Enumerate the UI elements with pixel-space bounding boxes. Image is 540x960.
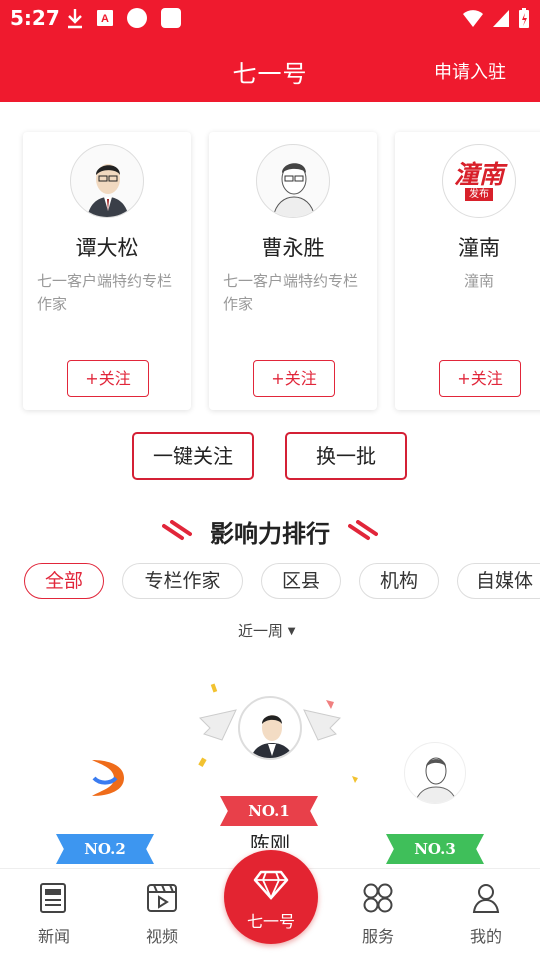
recommend-cards[interactable]: 谭大松 七一客户端特约专栏作家 +关注 曹永胜 七一客户端特约专栏作家 +关注 … bbox=[0, 102, 540, 422]
tab-qiyihao[interactable]: 七一号 bbox=[224, 850, 318, 944]
app-header: 七一号 申请入驻 bbox=[0, 36, 540, 102]
tab-video[interactable]: 视频 bbox=[122, 881, 202, 947]
tab-label: 视频 bbox=[145, 927, 178, 946]
period-selector[interactable]: 近一周 ▼ bbox=[238, 620, 296, 641]
filter-district[interactable]: 区县 bbox=[261, 563, 341, 599]
author-card[interactable]: 谭大松 七一客户端特约专栏作家 +关注 bbox=[23, 132, 191, 410]
filter-institution[interactable]: 机构 bbox=[359, 563, 439, 599]
rank3-avatar[interactable] bbox=[404, 742, 466, 804]
circle-icon bbox=[127, 8, 147, 28]
refresh-button[interactable]: 换一批 bbox=[285, 432, 407, 480]
tab-label: 新闻 bbox=[37, 927, 70, 946]
author-desc: 七一客户端特约专栏作家 bbox=[223, 272, 359, 313]
caret-down-icon: ▼ bbox=[287, 626, 296, 637]
status-bar: 5:27 A bbox=[0, 0, 540, 36]
tab-label: 服务 bbox=[361, 927, 394, 946]
author-card[interactable]: 曹永胜 七一客户端特约专栏作家 +关注 bbox=[209, 132, 377, 410]
news-icon bbox=[40, 883, 66, 913]
apply-button[interactable]: 申请入驻 bbox=[434, 58, 506, 84]
service-icon bbox=[363, 883, 393, 913]
period-label: 近一周 bbox=[238, 622, 284, 640]
author-name: 谭大松 bbox=[75, 236, 139, 260]
avatar bbox=[70, 144, 144, 218]
wifi-icon bbox=[463, 10, 483, 27]
tab-service[interactable]: 服务 bbox=[338, 881, 418, 947]
profile-icon bbox=[472, 884, 500, 913]
battery-icon bbox=[519, 8, 529, 28]
follow-button[interactable]: +关注 bbox=[439, 360, 521, 397]
follow-button[interactable]: +关注 bbox=[67, 360, 149, 397]
font-icon: A bbox=[97, 10, 113, 26]
download-icon bbox=[68, 9, 82, 29]
signal-icon bbox=[493, 10, 509, 27]
svg-text:A: A bbox=[101, 13, 109, 25]
rank1-avatar[interactable] bbox=[238, 696, 302, 760]
rank2-ribbon: NO.2 bbox=[56, 834, 154, 864]
ranking-title: 影响力排行 bbox=[210, 519, 330, 548]
ranking-podium: NO.1 陈刚 NO.2 NO.3 bbox=[0, 670, 540, 870]
status-time: 5:27 bbox=[10, 6, 60, 30]
author-name: 潼南 bbox=[458, 236, 500, 260]
filter-columnist[interactable]: 专栏作家 bbox=[122, 563, 243, 599]
slash-decoration-right bbox=[348, 520, 378, 540]
tongnan-logo: 潼南 发布 bbox=[442, 144, 516, 218]
tab-profile[interactable]: 我的 bbox=[446, 881, 526, 947]
filter-all[interactable]: 全部 bbox=[24, 563, 104, 599]
rank1-ribbon: NO.1 bbox=[220, 796, 318, 826]
author-desc: 潼南 bbox=[463, 272, 494, 290]
video-icon bbox=[147, 884, 177, 912]
author-card[interactable]: 潼南 发布 潼南 潼南 +关注 bbox=[395, 132, 540, 410]
diamond-icon bbox=[253, 870, 289, 900]
follow-all-button[interactable]: 一键关注 bbox=[132, 432, 254, 480]
rank2-logo[interactable] bbox=[86, 756, 130, 800]
avatar bbox=[256, 144, 330, 218]
tab-label: 七一号 bbox=[246, 912, 295, 931]
square-icon bbox=[161, 8, 181, 28]
author-name: 曹永胜 bbox=[261, 236, 325, 260]
tab-news[interactable]: 新闻 bbox=[14, 881, 94, 947]
author-desc: 七一客户端特约专栏作家 bbox=[37, 272, 173, 313]
tab-label: 我的 bbox=[469, 927, 502, 946]
rank3-ribbon: NO.3 bbox=[386, 834, 484, 864]
filter-self-media[interactable]: 自媒体 bbox=[457, 563, 540, 599]
follow-button[interactable]: +关注 bbox=[253, 360, 335, 397]
